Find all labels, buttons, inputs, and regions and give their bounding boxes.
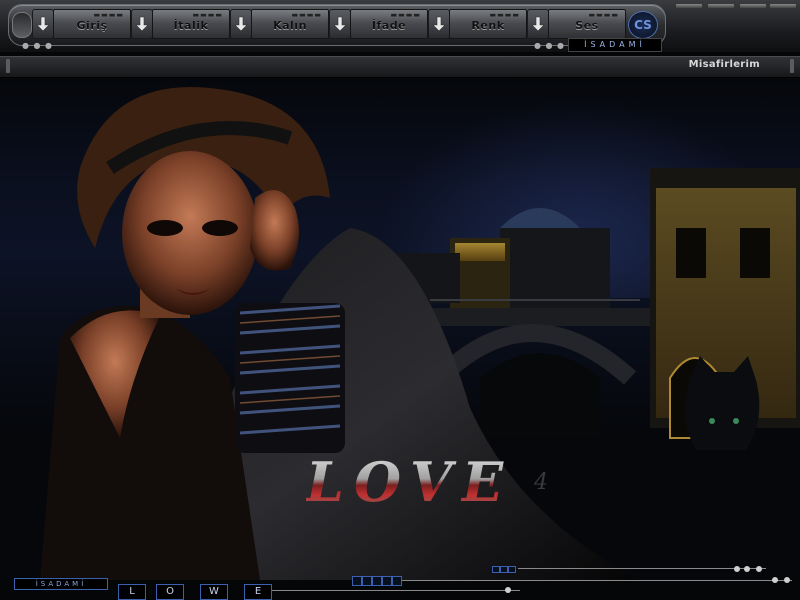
- arrow-down-icon: [333, 16, 347, 32]
- arrow-down-icon: [234, 16, 248, 32]
- window-control-close[interactable]: [770, 4, 796, 8]
- footer-brand: İSADAMİ: [14, 578, 108, 590]
- dropdown-arrow-button[interactable]: [329, 9, 351, 39]
- player-square-button[interactable]: [392, 576, 402, 586]
- brand-strip: İSADAMİ: [568, 38, 662, 52]
- letter-button-w[interactable]: W: [200, 584, 228, 600]
- arrow-down-icon: [36, 16, 50, 32]
- visitors-link[interactable]: Misafirlerim: [689, 59, 760, 70]
- seek-track[interactable]: [272, 590, 520, 591]
- bar-handle-left[interactable]: [6, 59, 10, 73]
- progress-knob[interactable]: [756, 566, 762, 572]
- button-decoration: ▬▬▬▬: [390, 11, 421, 19]
- button-label: İtalik: [173, 19, 209, 32]
- visitors-bar: Misafirlerim: [0, 56, 800, 78]
- cs-badge[interactable]: CS: [628, 11, 658, 39]
- arrow-down-icon: [531, 16, 545, 32]
- dropdown-arrow-button[interactable]: [131, 9, 153, 39]
- progress-track[interactable]: [518, 568, 766, 569]
- player-square-button[interactable]: [382, 576, 392, 586]
- seek-knob[interactable]: [505, 587, 511, 593]
- dropdown-arrow-button[interactable]: [230, 9, 252, 39]
- progress-knob[interactable]: [744, 566, 750, 572]
- volume-track[interactable]: [402, 580, 792, 581]
- menu-button-ses[interactable]: ▬▬▬▬ Ses: [548, 9, 626, 39]
- volume-knob[interactable]: [772, 577, 778, 583]
- menu-button-ifade[interactable]: ▬▬▬▬ İfade: [350, 9, 428, 39]
- dropdown-arrow-button[interactable]: [527, 9, 549, 39]
- progress-knob[interactable]: [734, 566, 740, 572]
- decorative-dots: ● ● ●: [534, 41, 566, 50]
- letter-button-o[interactable]: O: [156, 584, 184, 600]
- top-toolbar: ▬▬▬▬ Giriş ▬▬▬▬ İtalik ▬▬▬▬ Kalın ▬▬▬▬ İ…: [0, 0, 800, 52]
- button-decoration: ▬▬▬▬: [192, 11, 223, 19]
- button-decoration: ▬▬▬▬: [291, 11, 322, 19]
- menu-button-italik[interactable]: ▬▬▬▬ İtalik: [152, 9, 230, 39]
- window-control-maximize[interactable]: [740, 4, 766, 8]
- button-label: Kalın: [273, 19, 307, 32]
- decorative-dots: ● ● ●: [22, 41, 54, 50]
- window-control-minimize[interactable]: [676, 4, 702, 8]
- toolbar-toggle-button[interactable]: [12, 12, 32, 38]
- button-decoration: ▬▬▬▬: [93, 11, 124, 19]
- button-label: Renk: [471, 19, 505, 32]
- player-square-button[interactable]: [352, 576, 362, 586]
- mini-square[interactable]: [508, 566, 516, 573]
- letter-button-l[interactable]: L: [118, 584, 146, 600]
- hero-artwork: LOVE 4: [0, 78, 800, 580]
- button-label: Giriş: [76, 19, 108, 32]
- player-square-button[interactable]: [362, 576, 372, 586]
- arrow-down-icon: [135, 16, 149, 32]
- menu-button-renk[interactable]: ▬▬▬▬ Renk: [449, 9, 527, 39]
- mini-square[interactable]: [500, 566, 508, 573]
- love-title-number: 4: [534, 470, 548, 495]
- button-label: İfade: [371, 19, 407, 32]
- menu-button-giris[interactable]: ▬▬▬▬ Giriş: [53, 9, 131, 39]
- bar-handle-right[interactable]: [790, 59, 794, 73]
- love-title: LOVE: [306, 450, 514, 514]
- footer-bar: İSADAMİ L O W E: [0, 566, 800, 600]
- button-label: Ses: [575, 19, 599, 32]
- button-decoration: ▬▬▬▬: [588, 11, 619, 19]
- dropdown-arrow-button[interactable]: [428, 9, 450, 39]
- window-control-restore[interactable]: [708, 4, 734, 8]
- letter-button-e[interactable]: E: [244, 584, 272, 600]
- arrow-down-icon: [432, 16, 446, 32]
- dropdown-arrow-button[interactable]: [32, 9, 54, 39]
- menu-button-kalin[interactable]: ▬▬▬▬ Kalın: [251, 9, 329, 39]
- mini-square[interactable]: [492, 566, 500, 573]
- player-square-button[interactable]: [372, 576, 382, 586]
- button-decoration: ▬▬▬▬: [489, 11, 520, 19]
- volume-knob[interactable]: [784, 577, 790, 583]
